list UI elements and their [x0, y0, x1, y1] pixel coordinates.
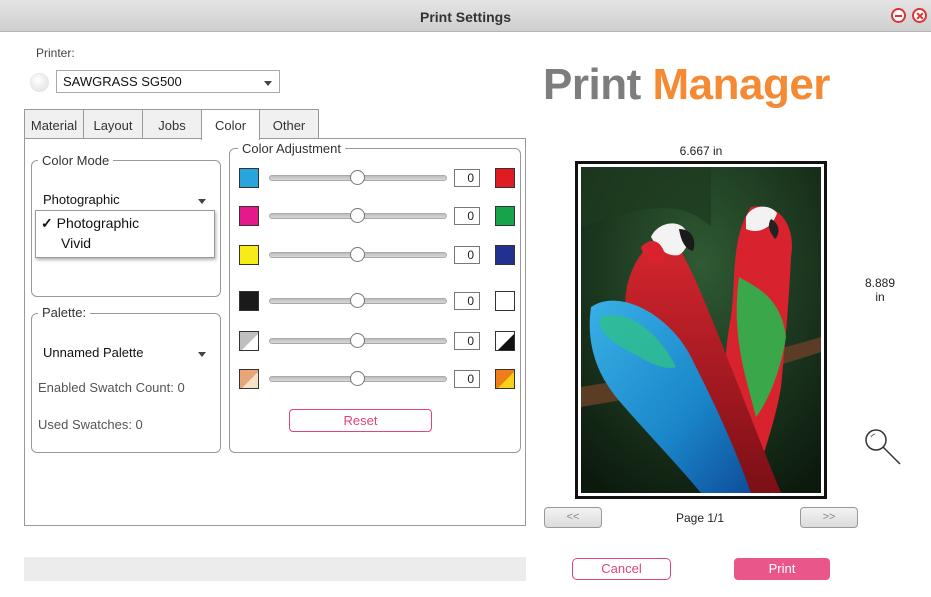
- preview-width-label: 6.667 in: [679, 144, 723, 158]
- color-value-input[interactable]: 0: [454, 332, 480, 350]
- tab-label: Other: [272, 118, 306, 133]
- color-value-input[interactable]: 0: [454, 207, 480, 225]
- parrot-photo: [581, 167, 821, 493]
- color-mode-title: Color Mode: [38, 153, 114, 168]
- height-unit: in: [875, 290, 885, 304]
- close-icon[interactable]: [912, 8, 927, 23]
- zoom-icon[interactable]: [862, 426, 902, 466]
- dropdown-option-photographic[interactable]: ✓ Photographic: [41, 215, 139, 232]
- option-label: Photographic: [56, 215, 140, 231]
- tab-material[interactable]: Material: [24, 109, 84, 139]
- color-adjustment-title: Color Adjustment: [238, 141, 345, 156]
- color-value-input[interactable]: 0: [454, 370, 480, 388]
- printer-label: Printer:: [36, 46, 75, 60]
- preview-height-label: 8.889 in: [857, 276, 903, 304]
- option-label: Vivid: [61, 235, 92, 251]
- tab-label: Color: [214, 118, 247, 133]
- palette-title: Palette:: [38, 305, 91, 320]
- color-value-input[interactable]: 0: [454, 292, 480, 310]
- left-color-swatch: [239, 206, 259, 226]
- palette-select[interactable]: Unnamed Palette: [37, 341, 214, 363]
- prev-page-button[interactable]: <<: [544, 507, 602, 528]
- logo-print: Print: [543, 60, 641, 109]
- print-button[interactable]: Print: [734, 558, 830, 580]
- logo-manager: Manager: [652, 60, 830, 109]
- enabled-swatch-count: Enabled Swatch Count: 0: [38, 380, 185, 395]
- color-slider-handle[interactable]: [350, 170, 365, 185]
- chevron-down-icon: [198, 352, 206, 357]
- color-mode-dropdown: ✓ Photographic Vivid: [35, 210, 215, 258]
- print-preview: [575, 161, 827, 499]
- printer-status-icon: [30, 73, 49, 92]
- left-color-swatch: [239, 245, 259, 265]
- color-value-input[interactable]: 0: [454, 246, 480, 264]
- right-color-swatch: [495, 206, 515, 226]
- next-page-button[interactable]: >>: [800, 507, 858, 528]
- status-bar: [24, 557, 526, 581]
- right-color-swatch: [495, 291, 515, 311]
- right-color-swatch: [495, 168, 515, 188]
- used-swatches: Used Swatches: 0: [38, 417, 143, 432]
- tab-color[interactable]: Color: [201, 109, 260, 140]
- tab-label: Layout: [93, 118, 133, 133]
- check-icon: ✓: [41, 215, 53, 231]
- color-slider-handle[interactable]: [350, 333, 365, 348]
- color-slider-handle[interactable]: [350, 371, 365, 386]
- palette-select-value: Unnamed Palette: [43, 345, 144, 360]
- height-value: 8.889: [864, 276, 896, 290]
- print-manager-logo: Print Manager: [543, 60, 830, 110]
- orange-yellow-diagonal-icon: [495, 369, 515, 389]
- color-mode-select-value: Photographic: [43, 192, 120, 207]
- color-value-input[interactable]: 0: [454, 169, 480, 187]
- tab-jobs[interactable]: Jobs: [142, 109, 202, 139]
- color-slider-handle[interactable]: [350, 247, 365, 262]
- left-color-swatch: [239, 291, 259, 311]
- reset-button[interactable]: Reset: [289, 409, 432, 432]
- chevron-down-icon: [264, 81, 272, 86]
- printer-select-value: SAWGRASS SG500: [63, 74, 182, 89]
- tab-label: Material: [30, 118, 78, 133]
- skin-tone-diagonal-icon: [239, 369, 259, 389]
- tab-label: Jobs: [158, 118, 186, 133]
- chevron-down-icon: [198, 199, 206, 204]
- printer-select[interactable]: SAWGRASS SG500: [56, 70, 280, 93]
- color-mode-select[interactable]: Photographic: [37, 188, 214, 210]
- dropdown-option-vivid[interactable]: Vivid: [61, 235, 91, 251]
- color-slider-handle[interactable]: [350, 208, 365, 223]
- title-bar: Print Settings: [0, 0, 931, 32]
- gray-white-diagonal-icon: [239, 331, 259, 351]
- page-indicator: Page 1/1: [675, 511, 725, 525]
- minimize-icon[interactable]: [891, 8, 906, 23]
- right-color-swatch: [495, 245, 515, 265]
- black-white-diagonal-icon: [495, 331, 515, 351]
- color-slider-handle[interactable]: [350, 293, 365, 308]
- tab-other[interactable]: Other: [259, 109, 319, 139]
- left-color-swatch: [239, 168, 259, 188]
- tab-layout[interactable]: Layout: [83, 109, 143, 139]
- cancel-button[interactable]: Cancel: [572, 558, 671, 580]
- window-title: Print Settings: [419, 9, 511, 25]
